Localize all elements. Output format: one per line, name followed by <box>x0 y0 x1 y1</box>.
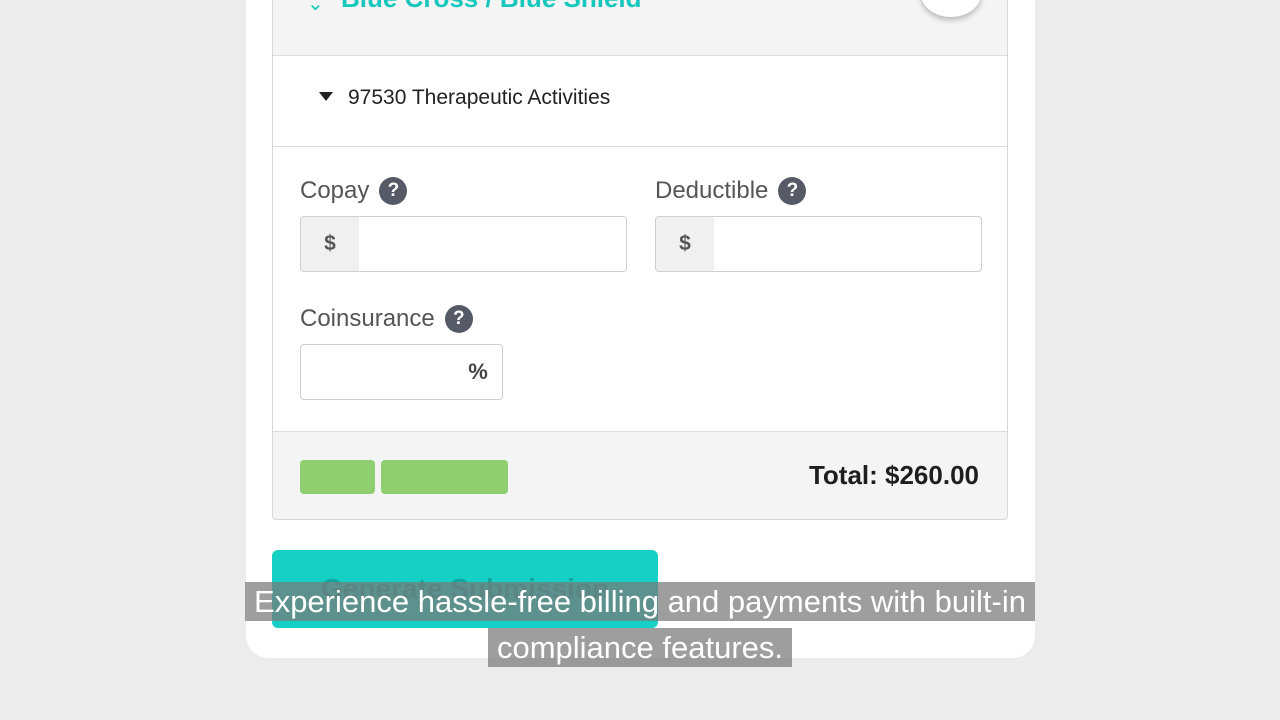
percent-suffix: % <box>468 359 488 384</box>
total-amount: Total: $260.00 <box>808 460 979 490</box>
insurer-header[interactable]: ⌄ Blue Cross / Blue Shield ‹ <box>273 0 1007 56</box>
subtitle-line-1: Experience hassle-free billing and payme… <box>0 580 1280 624</box>
panel-footer: Total: $260.00 <box>273 431 1007 519</box>
subtitle-text-2: compliance features. <box>487 628 793 667</box>
green-action-button-1[interactable] <box>300 460 375 494</box>
dollar-prefix: $ <box>301 217 359 271</box>
coinsurance-label-group: Coinsurance ? <box>300 305 473 333</box>
billing-panel: ⌄ Blue Cross / Blue Shield ‹ 97530 Thera… <box>272 0 1008 520</box>
coinsurance-help-icon[interactable]: ? <box>444 305 473 333</box>
procedure-row[interactable]: 97530 Therapeutic Activities <box>273 56 1007 147</box>
insurer-name: Blue Cross / Blue Shield <box>341 0 642 14</box>
deductible-label-group: Deductible ? <box>655 177 807 205</box>
copay-label: Copay <box>300 177 370 204</box>
chevron-icon: ‹ <box>948 0 954 4</box>
deductible-input[interactable]: $ <box>655 216 982 272</box>
subtitle-text-1: Experience hassle-free billing and payme… <box>245 582 1035 621</box>
coinsurance-label: Coinsurance <box>300 305 435 332</box>
deductible-label: Deductible <box>655 177 769 204</box>
dollar-prefix: $ <box>656 217 714 271</box>
procedure-label: 97530 Therapeutic Activities <box>348 86 611 109</box>
copay-input[interactable]: $ <box>300 216 627 272</box>
copay-help-icon[interactable]: ? <box>379 177 408 205</box>
coinsurance-input[interactable]: % <box>300 344 503 400</box>
subtitle-line-2: compliance features. <box>0 626 1280 670</box>
chevron-down-icon: ⌄ <box>307 0 324 15</box>
green-action-button-2[interactable] <box>381 460 508 494</box>
deductible-help-icon[interactable]: ? <box>778 177 807 205</box>
collapse-button[interactable]: ‹ <box>921 0 981 17</box>
copay-label-group: Copay ? <box>300 177 408 205</box>
caret-down-icon <box>319 92 333 101</box>
